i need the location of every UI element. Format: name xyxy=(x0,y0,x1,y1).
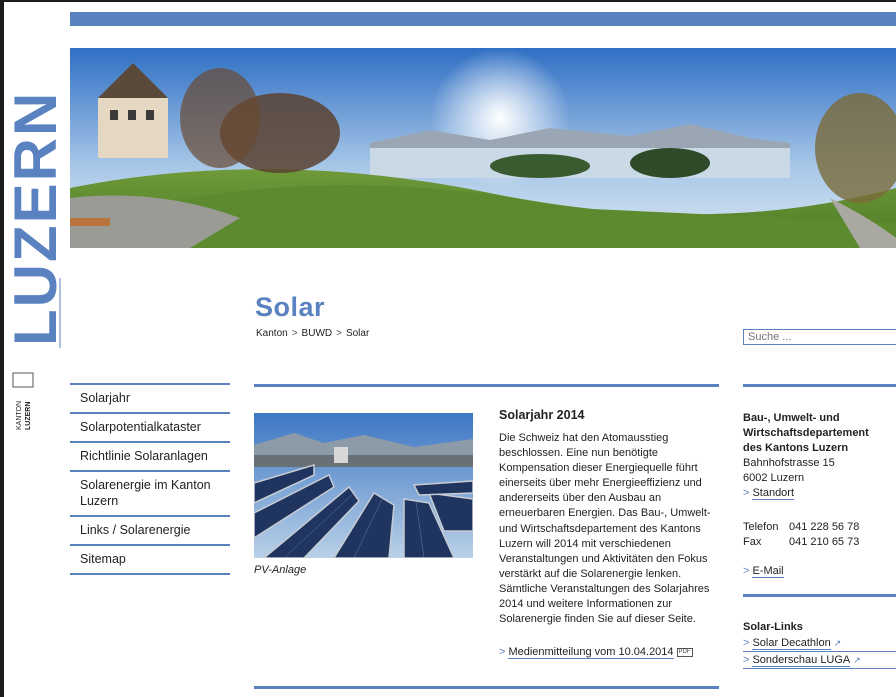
article: Solarjahr 2014 Die Schweiz hat den Atoma… xyxy=(499,408,719,627)
emblem-top-text: KANTON xyxy=(16,401,23,430)
email-link[interactable]: E-Mail xyxy=(752,565,784,578)
page-title: Solar xyxy=(255,292,326,322)
breadcrumb-separator-icon: > xyxy=(291,328,298,339)
solar-links-heading: Solar-Links xyxy=(743,621,803,633)
breadcrumb-separator-icon: > xyxy=(336,328,342,339)
nav-item-links[interactable]: Links / Solarenergie xyxy=(70,517,230,546)
dept-name: des Kantons Luzern xyxy=(743,442,849,454)
city: 6002 Luzern xyxy=(743,472,805,484)
panorama-banner xyxy=(70,48,896,248)
article-heading: Solarjahr 2014 xyxy=(499,408,585,422)
dept-name: Bau-, Umwelt- und xyxy=(743,412,840,424)
email-row: > E-Mail xyxy=(743,565,784,578)
list-item: > Solar Decathlon ↗ xyxy=(743,635,896,652)
logo-wordmark: LUZERN xyxy=(2,91,66,346)
nav-item-sitemap[interactable]: Sitemap xyxy=(70,546,230,575)
pdf-icon: PDF xyxy=(676,647,693,657)
pv-anlage-photo xyxy=(254,413,473,558)
photo-caption: PV-Anlage xyxy=(254,564,307,576)
divider xyxy=(254,384,719,387)
solar-decathlon-link[interactable]: Solar Decathlon xyxy=(752,637,831,650)
article-body: Die Schweiz hat den Atomausstieg beschlo… xyxy=(499,432,711,626)
sonderschau-luga-link[interactable]: Sonderschau LUGA xyxy=(752,654,851,667)
breadcrumb: Kanton > BUWD > Solar xyxy=(256,328,369,339)
kanton-luzern-emblem: KANTON LUZERN xyxy=(12,372,34,432)
solar-links: Solar-Links > Solar Decathlon ↗ > Sondersch… xyxy=(743,621,896,669)
divider xyxy=(254,686,719,689)
fax-number: 041 210 65 73 xyxy=(789,536,860,548)
breadcrumb-buwd[interactable]: BUWD xyxy=(302,328,333,339)
nav-item-solarenergie[interactable]: Solarenergie im Kanton Luzern xyxy=(70,472,230,517)
street: Bahnhofstrasse 15 xyxy=(743,457,835,469)
emblem-bottom-text: LUZERN xyxy=(25,402,32,430)
link-arrow-icon: > xyxy=(743,654,750,666)
divider xyxy=(743,594,896,597)
header-bar xyxy=(70,12,896,26)
divider xyxy=(743,384,896,387)
fax-label: Fax xyxy=(743,536,762,548)
nav-item-solarpotentialkataster[interactable]: Solarpotentialkataster xyxy=(70,414,230,443)
list-item: > Sonderschau LUGA ↗ xyxy=(743,652,896,669)
press-release-link[interactable]: Medienmitteilung vom 10.04.2014 xyxy=(508,646,674,659)
phone-number: 041 228 56 78 xyxy=(789,521,860,533)
window-frame-top xyxy=(0,0,896,2)
link-arrow-icon: > xyxy=(743,565,750,577)
phone-label: Telefon xyxy=(743,521,779,533)
link-arrow-icon: > xyxy=(743,637,750,649)
luzern-logo[interactable]: LUZERN xyxy=(2,48,69,348)
dept-name: Wirtschaftsdepartement xyxy=(743,427,869,439)
nav-item-richtlinie[interactable]: Richtlinie Solaranlagen xyxy=(70,443,230,472)
contact-block: Bau-, Umwelt- und Wirtschaftsdepartement… xyxy=(743,411,896,550)
sidebar-nav: Solarjahr Solarpotentialkataster Richtli… xyxy=(70,383,230,575)
press-release-link-row: > Medienmitteilung vom 10.04.2014 PDF xyxy=(499,646,693,659)
external-link-icon: ↗ xyxy=(853,655,861,665)
link-arrow-icon: > xyxy=(743,487,750,499)
search-input[interactable] xyxy=(743,329,896,345)
breadcrumb-kanton[interactable]: Kanton xyxy=(256,328,288,339)
location-link[interactable]: Standort xyxy=(752,487,795,500)
nav-item-solarjahr[interactable]: Solarjahr xyxy=(70,385,230,414)
external-link-icon: ↗ xyxy=(833,638,842,648)
link-arrow-icon: > xyxy=(499,646,506,658)
breadcrumb-current: Solar xyxy=(345,328,370,339)
